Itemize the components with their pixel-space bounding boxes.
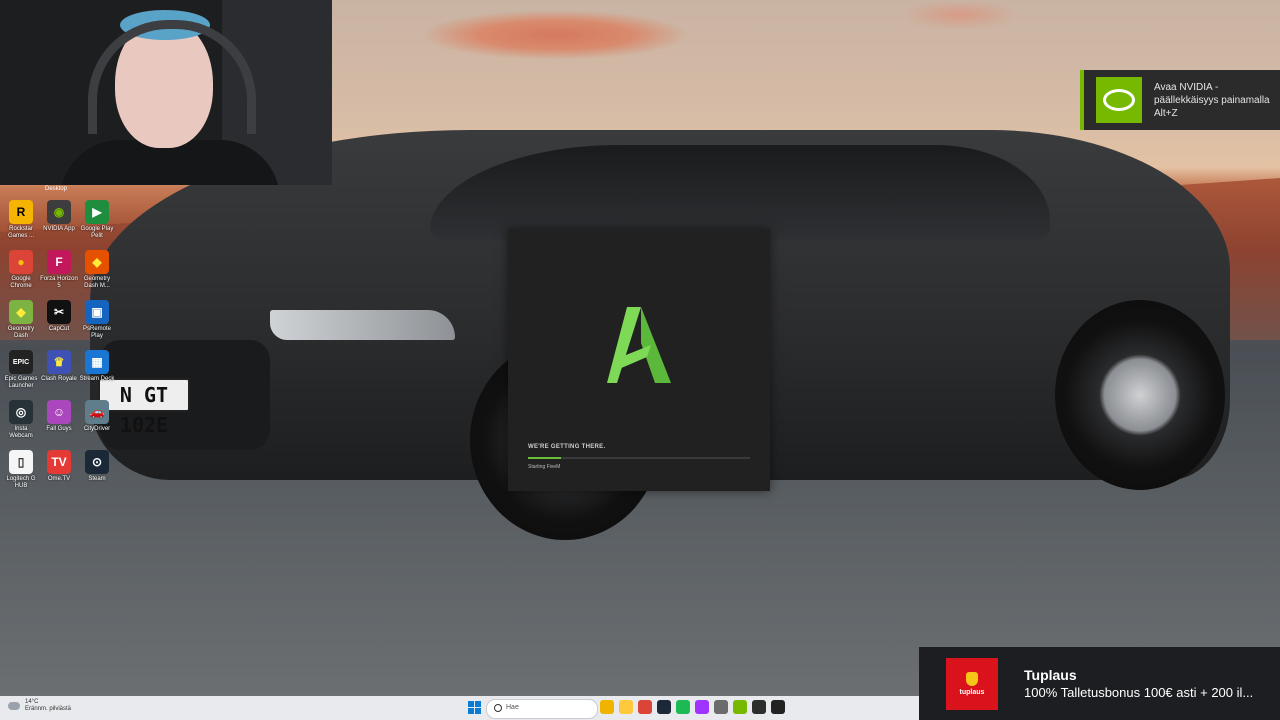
weather-temp: 14°C	[25, 699, 39, 705]
desktop-icon-label: Forza Horizon 5	[40, 276, 78, 289]
ad-description: 100% Talletusbonus 100€ asti + 200 il...	[1024, 685, 1254, 700]
taskbar-search[interactable]: Hae	[486, 699, 598, 719]
app-icon: TV	[47, 450, 71, 474]
desktop-icon[interactable]: R Rockstar Games ...	[2, 200, 40, 250]
app-icon: ▦	[85, 350, 109, 374]
desktop-icon[interactable]: ▦ Stream Deck	[78, 350, 116, 400]
app-icon: ▶	[85, 200, 109, 224]
desktop-icon-label: Google Play Pelit	[80, 226, 114, 239]
desktop-icon-label: CityDriver	[83, 426, 111, 432]
file-explorer-app[interactable]	[600, 700, 614, 714]
desktop-icon[interactable]: ◆ Geometry Dash M...	[78, 250, 116, 300]
desktop-icon[interactable]: ◆ Geometry Dash	[2, 300, 40, 350]
app-icon: ✂	[47, 300, 71, 324]
desktop-icon-label: Geometry Dash M...	[83, 276, 111, 289]
app-icon: ◉	[47, 200, 71, 224]
spotify-app[interactable]	[676, 700, 690, 714]
search-icon	[494, 704, 502, 712]
desktop-icon[interactable]: EPIC Epic Games Launcher	[2, 350, 40, 400]
weather-widget[interactable]: 14°C Erännm. pilviästä	[8, 699, 71, 713]
desktop-icon[interactable]: ☺ Fall Guys	[40, 400, 78, 450]
splash-progress-fill	[528, 457, 562, 459]
app-icon: ⊙	[85, 450, 109, 474]
app-icon: EPIC	[9, 350, 33, 374]
wallpaper-car-window	[430, 145, 1050, 240]
terminal-app[interactable]	[752, 700, 766, 714]
app-icon: ◆	[9, 300, 33, 324]
splash-title: WE'RE GETTING THERE.	[528, 444, 606, 450]
weather-desc: Erännm. pilviästä	[25, 706, 72, 712]
nvidia-toast-text: Avaa NVIDIA -päällekkäisyys painamalla A…	[1154, 82, 1270, 119]
taskbar-pinned-apps	[600, 700, 785, 714]
settings-app[interactable]	[714, 700, 728, 714]
ad-title: Tuplaus	[1024, 667, 1077, 683]
desktop-icon[interactable]: ◉ NVIDIA App	[40, 200, 78, 250]
app-icon: F	[47, 250, 71, 274]
desktop-icon-label: Epic Games Launcher	[4, 376, 38, 389]
desktop-icon-label: Logitech G HUB	[6, 476, 36, 489]
search-placeholder: Hae	[506, 704, 519, 711]
desktop-icon-label: Ome.TV	[47, 476, 71, 482]
desktop-icon[interactable]: ⊙ Steam	[78, 450, 116, 500]
desktop-icon[interactable]: F Forza Horizon 5	[40, 250, 78, 300]
app-icon: ▣	[85, 300, 109, 324]
ad-banner[interactable]: tuplaus Tuplaus 100% Talletusbonus 100€ …	[919, 647, 1280, 720]
desktop-icon-label: Clash Royale	[41, 376, 77, 382]
cloud-icon	[8, 702, 20, 710]
desktop-icon-label: Fall Guys	[46, 426, 72, 432]
app-icon: ◆	[85, 250, 109, 274]
wallpaper-cloud	[420, 10, 690, 60]
fivem-splash-window: WE'RE GETTING THERE. Starting FiveM	[508, 229, 770, 491]
chrome-app[interactable]	[638, 700, 652, 714]
steam-app[interactable]	[657, 700, 671, 714]
desktop-icon-label: NVIDIA App	[43, 226, 75, 232]
desktop-icon[interactable]: 🚗 CityDriver	[78, 400, 116, 450]
app-icon: ♛	[47, 350, 71, 374]
tuplaus-logo-icon: tuplaus	[946, 658, 998, 710]
nvidia-app[interactable]	[733, 700, 747, 714]
app-icon: ●	[9, 250, 33, 274]
app-icon: R	[9, 200, 33, 224]
desktop-icon-label: PsRemote Play	[82, 326, 111, 339]
desktop-icon[interactable]: ● Google Chrome	[2, 250, 40, 300]
folder-app[interactable]	[619, 700, 633, 714]
app-icon: ▯	[9, 450, 33, 474]
desktop-icon[interactable]: TV Ome.TV	[40, 450, 78, 500]
desktop-icon[interactable]: ▣ PsRemote Play	[78, 300, 116, 350]
hand-icon	[966, 672, 978, 686]
splash-progress-bar	[528, 457, 750, 459]
desktop-icon-label: Google Chrome	[10, 276, 32, 289]
wallpaper-rear-wheel	[1055, 300, 1225, 490]
desktop-icon-label: Geometry Dash	[7, 326, 35, 339]
messenger-app[interactable]	[695, 700, 709, 714]
desktop-icon[interactable]: ▯ Logitech G HUB	[2, 450, 40, 500]
app-icon: ☺	[47, 400, 71, 424]
wallpaper-cloud	[900, 0, 1020, 30]
desktop-icon-grid: R Rockstar Games ... ◉ NVIDIA App ▶ Google Pl…	[2, 200, 116, 500]
desktop-icon-label: Insta Webcam	[9, 426, 33, 439]
webcam-overlay	[0, 0, 332, 185]
desktop-icon[interactable]: ♛ Clash Royale	[40, 350, 78, 400]
app-icon: 🚗	[85, 400, 109, 424]
desktop-icon-label: Steam	[88, 476, 106, 482]
wallpaper-car-headlight	[270, 310, 455, 340]
desktop-icon[interactable]: ◎ Insta Webcam	[2, 400, 40, 450]
app-icon: ◎	[9, 400, 33, 424]
desktop-icon[interactable]: ▶ Google Play Pelit	[78, 200, 116, 250]
desktop-icon-label: Rockstar Games ...	[7, 226, 34, 239]
start-button[interactable]	[468, 701, 481, 714]
desktop-icon-label: CapCut	[48, 326, 70, 332]
nvidia-logo-icon	[1096, 77, 1142, 123]
fivem-logo-icon	[607, 307, 671, 383]
desktop-folder-label: Desktop	[45, 186, 68, 192]
nvidia-overlay-toast[interactable]: Avaa NVIDIA -päällekkäisyys painamalla A…	[1080, 70, 1280, 130]
desktop-icon[interactable]: ✂ CapCut	[40, 300, 78, 350]
desktop-icon-label: Stream Deck	[79, 376, 115, 382]
splash-status-text: Starting FiveM	[528, 464, 561, 470]
fivem-app[interactable]	[771, 700, 785, 714]
